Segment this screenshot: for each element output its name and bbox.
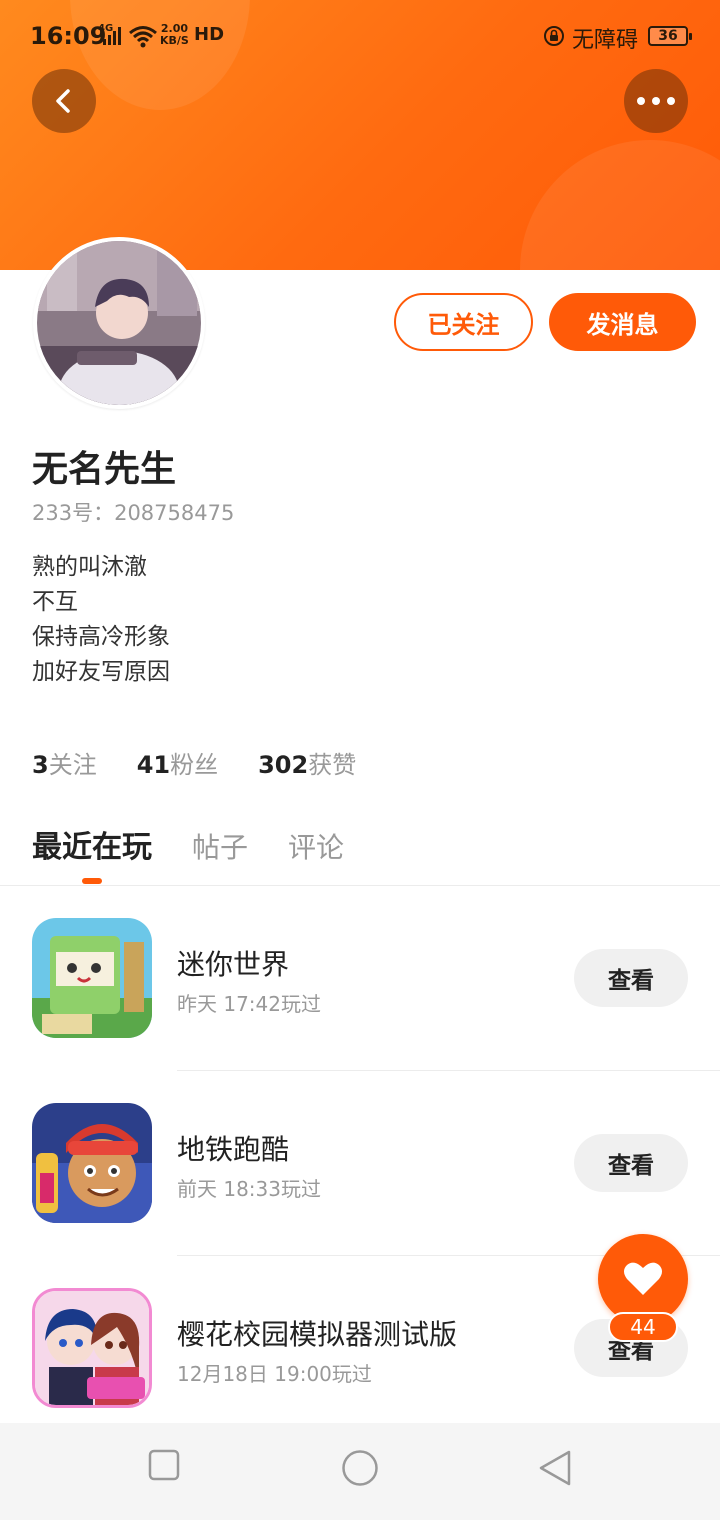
home-icon[interactable] — [341, 1449, 379, 1487]
hd-indicator: HD — [194, 24, 225, 45]
stat-value: 302 — [258, 751, 309, 779]
game-icon-sakura-school — [32, 1288, 152, 1408]
play-time: 前天 18:33玩过 — [177, 1177, 321, 1201]
recent-apps-icon[interactable] — [148, 1449, 180, 1481]
stat-following[interactable]: 3关注 — [32, 745, 97, 780]
list-item[interactable]: 地铁跑酷 前天 18:33玩过 查看 — [0, 1071, 720, 1256]
status-time: 16:09 — [30, 22, 107, 50]
stat-value: 41 — [136, 751, 171, 779]
network-speed: 2.00 KB/S — [160, 23, 189, 47]
battery-icon: 36 — [648, 26, 692, 46]
like-count-badge: 44 — [608, 1312, 678, 1342]
game-name: 樱花校园模拟器测试版 — [177, 1318, 458, 1351]
stat-value: 3 — [32, 751, 49, 779]
more-button[interactable] — [624, 69, 688, 133]
accessibility-label: 无障碍 — [572, 28, 639, 53]
banner-decoration — [520, 140, 720, 270]
stat-label: 粉丝 — [170, 751, 219, 779]
rotation-lock-icon — [544, 26, 564, 46]
list-item[interactable]: 迷你世界 昨天 17:42玩过 查看 — [0, 886, 720, 1071]
avatar-illustration — [37, 241, 201, 405]
bio-line: 不互 — [32, 589, 78, 615]
message-button[interactable]: 发消息 — [549, 293, 696, 351]
avatar[interactable] — [33, 237, 205, 409]
tab-indicator — [82, 878, 102, 884]
stat-followers[interactable]: 41粉丝 — [137, 745, 218, 780]
view-button[interactable]: 查看 — [574, 1134, 688, 1192]
game-icon-mini-world — [32, 918, 152, 1038]
username: 无名先生 — [32, 449, 177, 490]
more-dots-icon — [637, 97, 675, 105]
game-name: 迷你世界 — [177, 948, 290, 981]
bio-line: 保持高冷形象 — [32, 624, 170, 650]
wifi-icon — [129, 26, 157, 48]
follow-button[interactable]: 已关注 — [394, 293, 533, 351]
heart-icon — [624, 1262, 662, 1295]
back-button[interactable] — [32, 69, 96, 133]
tab-comments[interactable]: 评论 — [288, 826, 344, 866]
back-nav-icon[interactable] — [538, 1449, 572, 1487]
tab-posts[interactable]: 帖子 — [192, 826, 248, 866]
tab-bar: 最近在玩 帖子 评论 — [32, 822, 384, 866]
play-time: 昨天 17:42玩过 — [177, 992, 321, 1016]
view-button[interactable]: 查看 — [574, 949, 688, 1007]
speed-unit: KB/S — [160, 34, 189, 47]
bio: 熟的叫沐澈 不互 保持高冷形象 加好友写原因 — [32, 550, 170, 690]
system-nav-bar — [0, 1423, 720, 1520]
play-time: 12月18日 19:00玩过 — [177, 1362, 372, 1386]
like-button[interactable] — [598, 1234, 688, 1324]
stat-likes[interactable]: 302获赞 — [258, 745, 356, 780]
stat-label: 关注 — [48, 751, 97, 779]
tab-recently-played[interactable]: 最近在玩 — [32, 822, 152, 866]
stat-label: 获赞 — [308, 751, 357, 779]
bio-line: 加好友写原因 — [32, 659, 170, 685]
signal-icon — [103, 27, 121, 45]
game-name: 地铁跑酷 — [177, 1133, 290, 1166]
stats-bar: 3关注 41粉丝 302获赞 — [32, 745, 356, 780]
chevron-left-icon — [56, 89, 70, 113]
game-icon-subway-surfers — [32, 1103, 152, 1223]
user-id: 233号：208758475 — [32, 501, 235, 525]
status-bar: 16:09 4G 2.00 KB/S HD 无障碍 36 — [0, 0, 720, 72]
bio-line: 熟的叫沐澈 — [32, 554, 147, 580]
